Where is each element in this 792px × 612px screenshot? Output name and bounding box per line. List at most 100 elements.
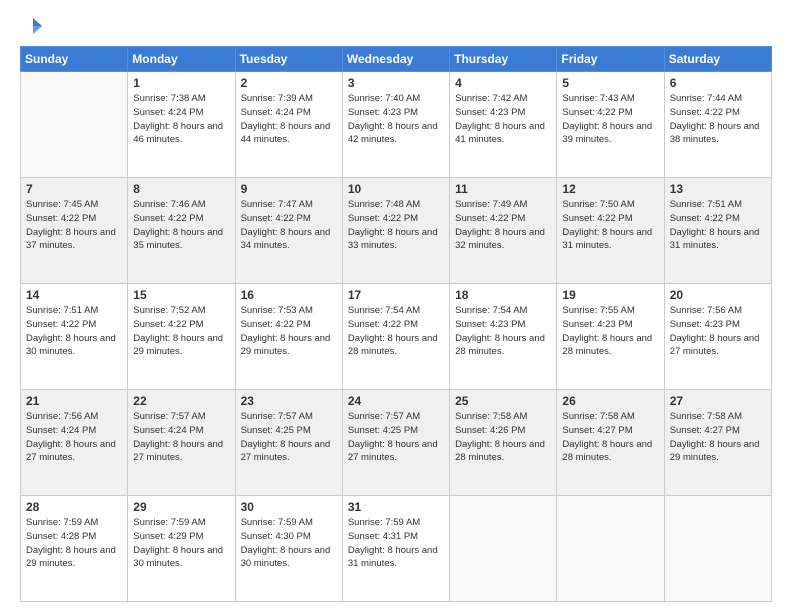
calendar-cell: 7 Sunrise: 7:45 AMSunset: 4:22 PMDaylight… <box>21 178 128 284</box>
day-number: 13 <box>670 182 766 196</box>
calendar-cell <box>21 72 128 178</box>
weekday-header-friday: Friday <box>557 47 664 72</box>
day-number: 9 <box>241 182 337 196</box>
day-number: 19 <box>562 288 658 302</box>
day-info: Sunrise: 7:50 AMSunset: 4:22 PMDaylight:… <box>562 198 658 253</box>
day-number: 20 <box>670 288 766 302</box>
day-info: Sunrise: 7:39 AMSunset: 4:24 PMDaylight:… <box>241 92 337 147</box>
calendar-cell: 3 Sunrise: 7:40 AMSunset: 4:23 PMDaylight… <box>342 72 449 178</box>
day-info: Sunrise: 7:59 AMSunset: 4:29 PMDaylight:… <box>133 516 229 571</box>
day-number: 24 <box>348 394 444 408</box>
day-info: Sunrise: 7:59 AMSunset: 4:31 PMDaylight:… <box>348 516 444 571</box>
calendar-cell: 31Sunrise: 7:59 AMSunset: 4:31 PMDayligh… <box>342 496 449 602</box>
day-info: Sunrise: 7:46 AMSunset: 4:22 PMDaylight:… <box>133 198 229 253</box>
day-number: 25 <box>455 394 551 408</box>
day-number: 7 <box>26 182 122 196</box>
day-number: 12 <box>562 182 658 196</box>
logo-flag-icon <box>22 16 44 38</box>
logo <box>20 16 44 36</box>
day-number: 5 <box>562 76 658 90</box>
day-number: 16 <box>241 288 337 302</box>
calendar-cell: 22 Sunrise: 7:57 AMSunset: 4:24 PMDayligh… <box>128 390 235 496</box>
day-info: Sunrise: 7:51 AMSunset: 4:22 PMDaylight:… <box>670 198 766 253</box>
calendar-cell: 13 Sunrise: 7:51 AMSunset: 4:22 PMDayligh… <box>664 178 771 284</box>
calendar-cell: 17 Sunrise: 7:54 AMSunset: 4:22 PMDayligh… <box>342 284 449 390</box>
calendar-week-row: 1Sunrise: 7:38 AMSunset: 4:24 PMDaylight… <box>21 72 772 178</box>
day-number: 17 <box>348 288 444 302</box>
weekday-header-wednesday: Wednesday <box>342 47 449 72</box>
day-number: 4 <box>455 76 551 90</box>
calendar-cell: 9 Sunrise: 7:47 AMSunset: 4:22 PMDaylight… <box>235 178 342 284</box>
calendar-cell: 20 Sunrise: 7:56 AMSunset: 4:23 PMDayligh… <box>664 284 771 390</box>
calendar-cell: 8 Sunrise: 7:46 AMSunset: 4:22 PMDaylight… <box>128 178 235 284</box>
day-number: 6 <box>670 76 766 90</box>
calendar-week-row: 14 Sunrise: 7:51 AMSunset: 4:22 PMDayligh… <box>21 284 772 390</box>
day-number: 27 <box>670 394 766 408</box>
day-info: Sunrise: 7:49 AMSunset: 4:22 PMDaylight:… <box>455 198 551 253</box>
day-number: 10 <box>348 182 444 196</box>
day-number: 8 <box>133 182 229 196</box>
day-number: 14 <box>26 288 122 302</box>
day-info: Sunrise: 7:51 AMSunset: 4:22 PMDaylight:… <box>26 304 122 359</box>
calendar-week-row: 21Sunrise: 7:56 AMSunset: 4:24 PMDayligh… <box>21 390 772 496</box>
calendar-cell: 16 Sunrise: 7:53 AMSunset: 4:22 PMDayligh… <box>235 284 342 390</box>
day-info: Sunrise: 7:57 AMSunset: 4:25 PMDaylight:… <box>348 410 444 465</box>
day-info: Sunrise: 7:48 AMSunset: 4:22 PMDaylight:… <box>348 198 444 253</box>
page: SundayMondayTuesdayWednesdayThursdayFrid… <box>0 0 792 612</box>
calendar-week-row: 28 Sunrise: 7:59 AMSunset: 4:28 PMDayligh… <box>21 496 772 602</box>
day-number: 26 <box>562 394 658 408</box>
day-info: Sunrise: 7:56 AMSunset: 4:24 PMDaylight:… <box>26 410 122 465</box>
day-info: Sunrise: 7:59 AMSunset: 4:28 PMDaylight:… <box>26 516 122 571</box>
day-number: 3 <box>348 76 444 90</box>
calendar-cell: 19 Sunrise: 7:55 AMSunset: 4:23 PMDayligh… <box>557 284 664 390</box>
calendar-cell <box>664 496 771 602</box>
day-info: Sunrise: 7:58 AMSunset: 4:26 PMDaylight:… <box>455 410 551 465</box>
calendar-cell: 18 Sunrise: 7:54 AMSunset: 4:23 PMDayligh… <box>450 284 557 390</box>
weekday-header-sunday: Sunday <box>21 47 128 72</box>
weekday-header-thursday: Thursday <box>450 47 557 72</box>
day-info: Sunrise: 7:44 AMSunset: 4:22 PMDaylight:… <box>670 92 766 147</box>
header <box>20 16 772 36</box>
day-info: Sunrise: 7:42 AMSunset: 4:23 PMDaylight:… <box>455 92 551 147</box>
calendar-cell: 15Sunrise: 7:52 AMSunset: 4:22 PMDayligh… <box>128 284 235 390</box>
day-info: Sunrise: 7:40 AMSunset: 4:23 PMDaylight:… <box>348 92 444 147</box>
calendar-cell: 28 Sunrise: 7:59 AMSunset: 4:28 PMDayligh… <box>21 496 128 602</box>
day-number: 2 <box>241 76 337 90</box>
day-number: 23 <box>241 394 337 408</box>
day-info: Sunrise: 7:45 AMSunset: 4:22 PMDaylight:… <box>26 198 122 253</box>
calendar-cell: 10 Sunrise: 7:48 AMSunset: 4:22 PMDayligh… <box>342 178 449 284</box>
calendar-cell: 12 Sunrise: 7:50 AMSunset: 4:22 PMDayligh… <box>557 178 664 284</box>
day-info: Sunrise: 7:54 AMSunset: 4:23 PMDaylight:… <box>455 304 551 359</box>
calendar-cell: 29 Sunrise: 7:59 AMSunset: 4:29 PMDayligh… <box>128 496 235 602</box>
calendar-cell: 1Sunrise: 7:38 AMSunset: 4:24 PMDaylight… <box>128 72 235 178</box>
day-info: Sunrise: 7:59 AMSunset: 4:30 PMDaylight:… <box>241 516 337 571</box>
calendar-cell: 6 Sunrise: 7:44 AMSunset: 4:22 PMDaylight… <box>664 72 771 178</box>
day-number: 28 <box>26 500 122 514</box>
day-number: 22 <box>133 394 229 408</box>
day-info: Sunrise: 7:55 AMSunset: 4:23 PMDaylight:… <box>562 304 658 359</box>
weekday-header-tuesday: Tuesday <box>235 47 342 72</box>
day-number: 1 <box>133 76 229 90</box>
calendar-cell: 24 Sunrise: 7:57 AMSunset: 4:25 PMDayligh… <box>342 390 449 496</box>
day-number: 15 <box>133 288 229 302</box>
calendar-header-row: SundayMondayTuesdayWednesdayThursdayFrid… <box>21 47 772 72</box>
day-number: 11 <box>455 182 551 196</box>
day-info: Sunrise: 7:53 AMSunset: 4:22 PMDaylight:… <box>241 304 337 359</box>
calendar-cell <box>557 496 664 602</box>
day-number: 29 <box>133 500 229 514</box>
weekday-header-monday: Monday <box>128 47 235 72</box>
day-info: Sunrise: 7:56 AMSunset: 4:23 PMDaylight:… <box>670 304 766 359</box>
day-info: Sunrise: 7:54 AMSunset: 4:22 PMDaylight:… <box>348 304 444 359</box>
day-info: Sunrise: 7:43 AMSunset: 4:22 PMDaylight:… <box>562 92 658 147</box>
calendar-cell: 26Sunrise: 7:58 AMSunset: 4:27 PMDayligh… <box>557 390 664 496</box>
calendar-cell: 4 Sunrise: 7:42 AMSunset: 4:23 PMDaylight… <box>450 72 557 178</box>
day-info: Sunrise: 7:57 AMSunset: 4:24 PMDaylight:… <box>133 410 229 465</box>
calendar-cell: 14 Sunrise: 7:51 AMSunset: 4:22 PMDayligh… <box>21 284 128 390</box>
day-info: Sunrise: 7:58 AMSunset: 4:27 PMDaylight:… <box>670 410 766 465</box>
day-info: Sunrise: 7:57 AMSunset: 4:25 PMDaylight:… <box>241 410 337 465</box>
day-info: Sunrise: 7:47 AMSunset: 4:22 PMDaylight:… <box>241 198 337 253</box>
calendar-week-row: 7 Sunrise: 7:45 AMSunset: 4:22 PMDaylight… <box>21 178 772 284</box>
day-number: 18 <box>455 288 551 302</box>
calendar-cell: 30Sunrise: 7:59 AMSunset: 4:30 PMDayligh… <box>235 496 342 602</box>
calendar-cell: 21Sunrise: 7:56 AMSunset: 4:24 PMDayligh… <box>21 390 128 496</box>
